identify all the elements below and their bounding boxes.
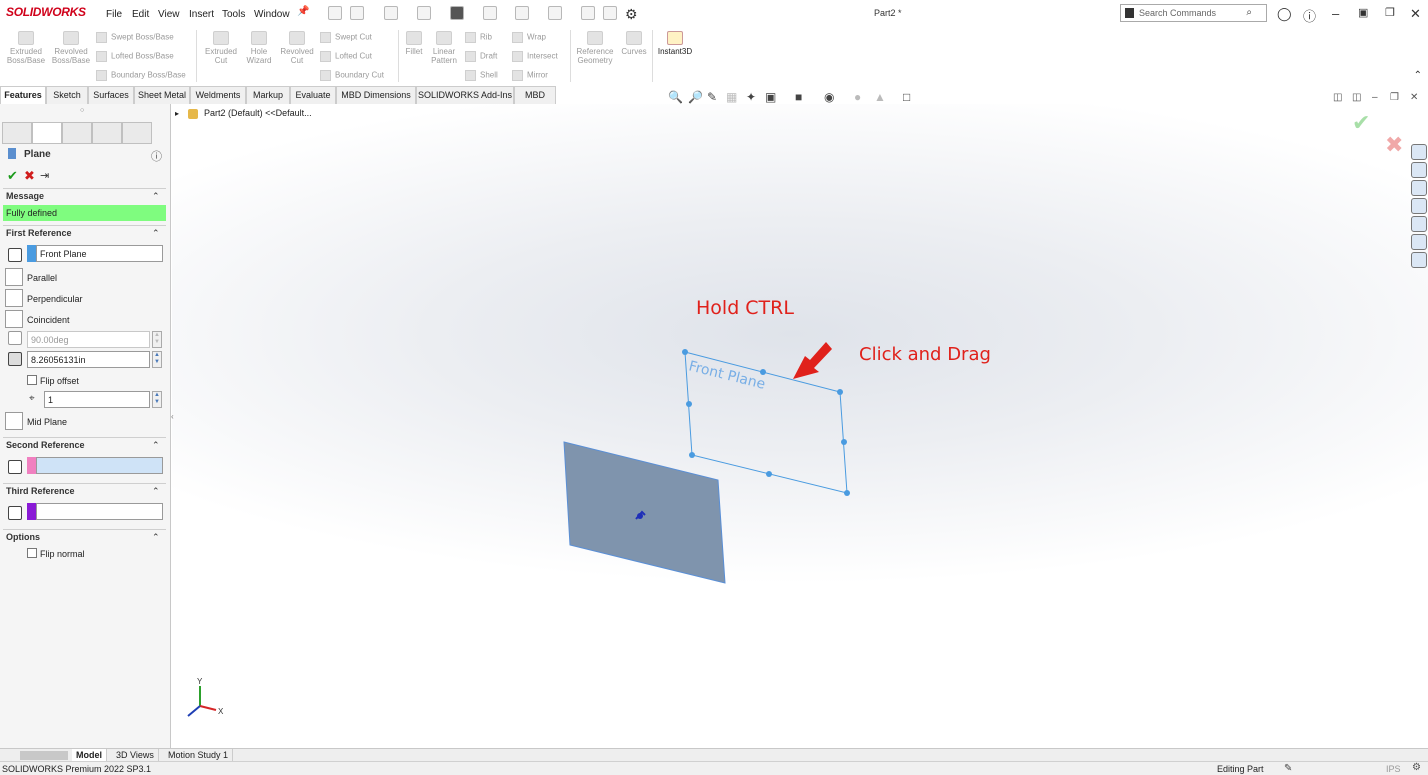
angle-icon[interactable] <box>8 331 22 345</box>
flip-normal-checkbox[interactable] <box>27 548 37 558</box>
status-bar: SOLIDWORKS Premium 2022 SP3.1 Editing Pa… <box>0 761 1428 775</box>
coincident-label: Coincident <box>27 315 70 325</box>
chevron-up-icon[interactable]: ⌃ <box>152 486 1419 497</box>
bottom-tabs: Model 3D Views Motion Study 1 <box>0 748 1428 762</box>
first-reference-field[interactable]: Front Plane <box>36 245 163 262</box>
front-plane-shaded[interactable] <box>563 441 726 584</box>
parallel-label: Parallel <box>27 273 58 283</box>
options-header[interactable]: Options <box>6 532 40 542</box>
mid-plane-icon <box>5 412 23 430</box>
reference-entity-icon <box>8 460 22 474</box>
status-editing: Editing Part <box>1217 764 1264 774</box>
second-reference-header[interactable]: Second Reference <box>6 440 85 450</box>
reference-entity-icon <box>8 506 22 520</box>
handle[interactable] <box>682 349 688 355</box>
drag-arrow-icon <box>793 342 832 379</box>
instances-field[interactable]: 1 <box>44 391 150 408</box>
divider <box>3 225 166 226</box>
featuremanager-tab[interactable] <box>2 122 32 144</box>
distance-spinner[interactable]: ▲ ▼ <box>152 351 162 368</box>
manager-tabs <box>2 122 152 144</box>
divider <box>3 437 166 438</box>
annotation-click-drag: Click and Drag <box>859 344 991 365</box>
handle[interactable] <box>760 369 766 375</box>
chevron-up-icon[interactable]: ⌃ <box>152 440 1419 451</box>
design-library-icon[interactable] <box>1411 162 1427 178</box>
angle-field[interactable]: 90.00deg <box>27 331 150 348</box>
dimxpertmanager-tab[interactable] <box>92 122 122 144</box>
mid-plane-label: Mid Plane <box>27 417 68 427</box>
flip-normal-label: Flip normal <box>40 549 85 559</box>
offset-distance-icon[interactable] <box>8 352 22 366</box>
collapse-panel-icon[interactable]: ‹ <box>171 412 174 421</box>
triad-z-axis <box>187 705 201 717</box>
third-reference-header[interactable]: Third Reference <box>6 486 75 496</box>
chevron-up-icon[interactable]: ⌃ <box>152 228 1419 239</box>
parallel-icon <box>5 268 23 286</box>
instances-spinner[interactable]: ▲ ▼ <box>152 391 162 408</box>
third-reference-swatch <box>27 503 36 520</box>
solidworks-resources-icon[interactable] <box>1411 144 1427 160</box>
cancel-x-icon[interactable]: ✖ <box>24 168 35 184</box>
flip-offset-label: Flip offset <box>40 376 79 386</box>
divider <box>3 188 166 189</box>
perpendicular-icon <box>5 289 23 307</box>
message-header[interactable]: Message <box>6 191 44 201</box>
propertymanager-tab[interactable] <box>32 122 62 144</box>
task-pane <box>1411 144 1428 269</box>
tab-scroll-arrows-icon[interactable] <box>20 751 68 760</box>
handle[interactable] <box>766 471 772 477</box>
second-reference-field[interactable] <box>36 457 163 474</box>
triad-y-label: Y <box>197 677 203 686</box>
rebuild-status-icon[interactable]: ✎ <box>1284 763 1292 774</box>
chevron-up-icon[interactable]: ⌃ <box>152 532 1419 543</box>
status-options-icon[interactable]: ⚙ <box>1412 762 1421 773</box>
pushpin-icon[interactable]: ⇥ <box>40 169 49 182</box>
divider <box>3 529 166 530</box>
flip-offset-checkbox[interactable] <box>27 375 37 385</box>
angle-spinner[interactable]: ▲ ▼ <box>152 331 162 348</box>
first-reference-header[interactable]: First Reference <box>6 228 72 238</box>
message-box: Fully defined <box>3 205 166 221</box>
instances-icon: ⌖ <box>29 393 35 404</box>
chevron-up-icon[interactable]: ⌃ <box>152 191 1419 202</box>
reference-entity-icon <box>8 248 22 262</box>
triad-x-label: X <box>218 707 224 716</box>
offset-distance-field[interactable]: 8.26056131in <box>27 351 150 368</box>
triad-x-axis <box>199 705 217 711</box>
solidworks-forum-icon[interactable] <box>1411 252 1427 268</box>
coincident-icon <box>5 310 23 328</box>
displaymanager-tab[interactable] <box>122 122 152 144</box>
perpendicular-label: Perpendicular <box>27 294 83 304</box>
handle[interactable] <box>837 389 843 395</box>
plane-feature-icon <box>8 148 16 159</box>
ok-check-icon[interactable]: ✔ <box>7 168 18 184</box>
status-version: SOLIDWORKS Premium 2022 SP3.1 <box>2 764 152 774</box>
handle[interactable] <box>689 452 695 458</box>
handle[interactable] <box>686 401 692 407</box>
third-reference-field[interactable] <box>36 503 163 520</box>
plane-label: Front Plane <box>687 358 767 392</box>
unit-system[interactable]: IPS <box>1386 764 1401 774</box>
second-reference-swatch <box>27 457 36 474</box>
annotation-hold-ctrl: Hold CTRL <box>696 297 794 319</box>
divider <box>3 483 166 484</box>
configurationmanager-tab[interactable] <box>62 122 92 144</box>
help-icon[interactable]: ⓘ <box>151 148 162 164</box>
scene-svg: Front Plane Y X <box>187 342 850 717</box>
panel-splitter-icon[interactable]: ○ <box>80 107 84 114</box>
first-reference-swatch <box>27 245 36 262</box>
pm-title: Plane <box>24 149 51 160</box>
